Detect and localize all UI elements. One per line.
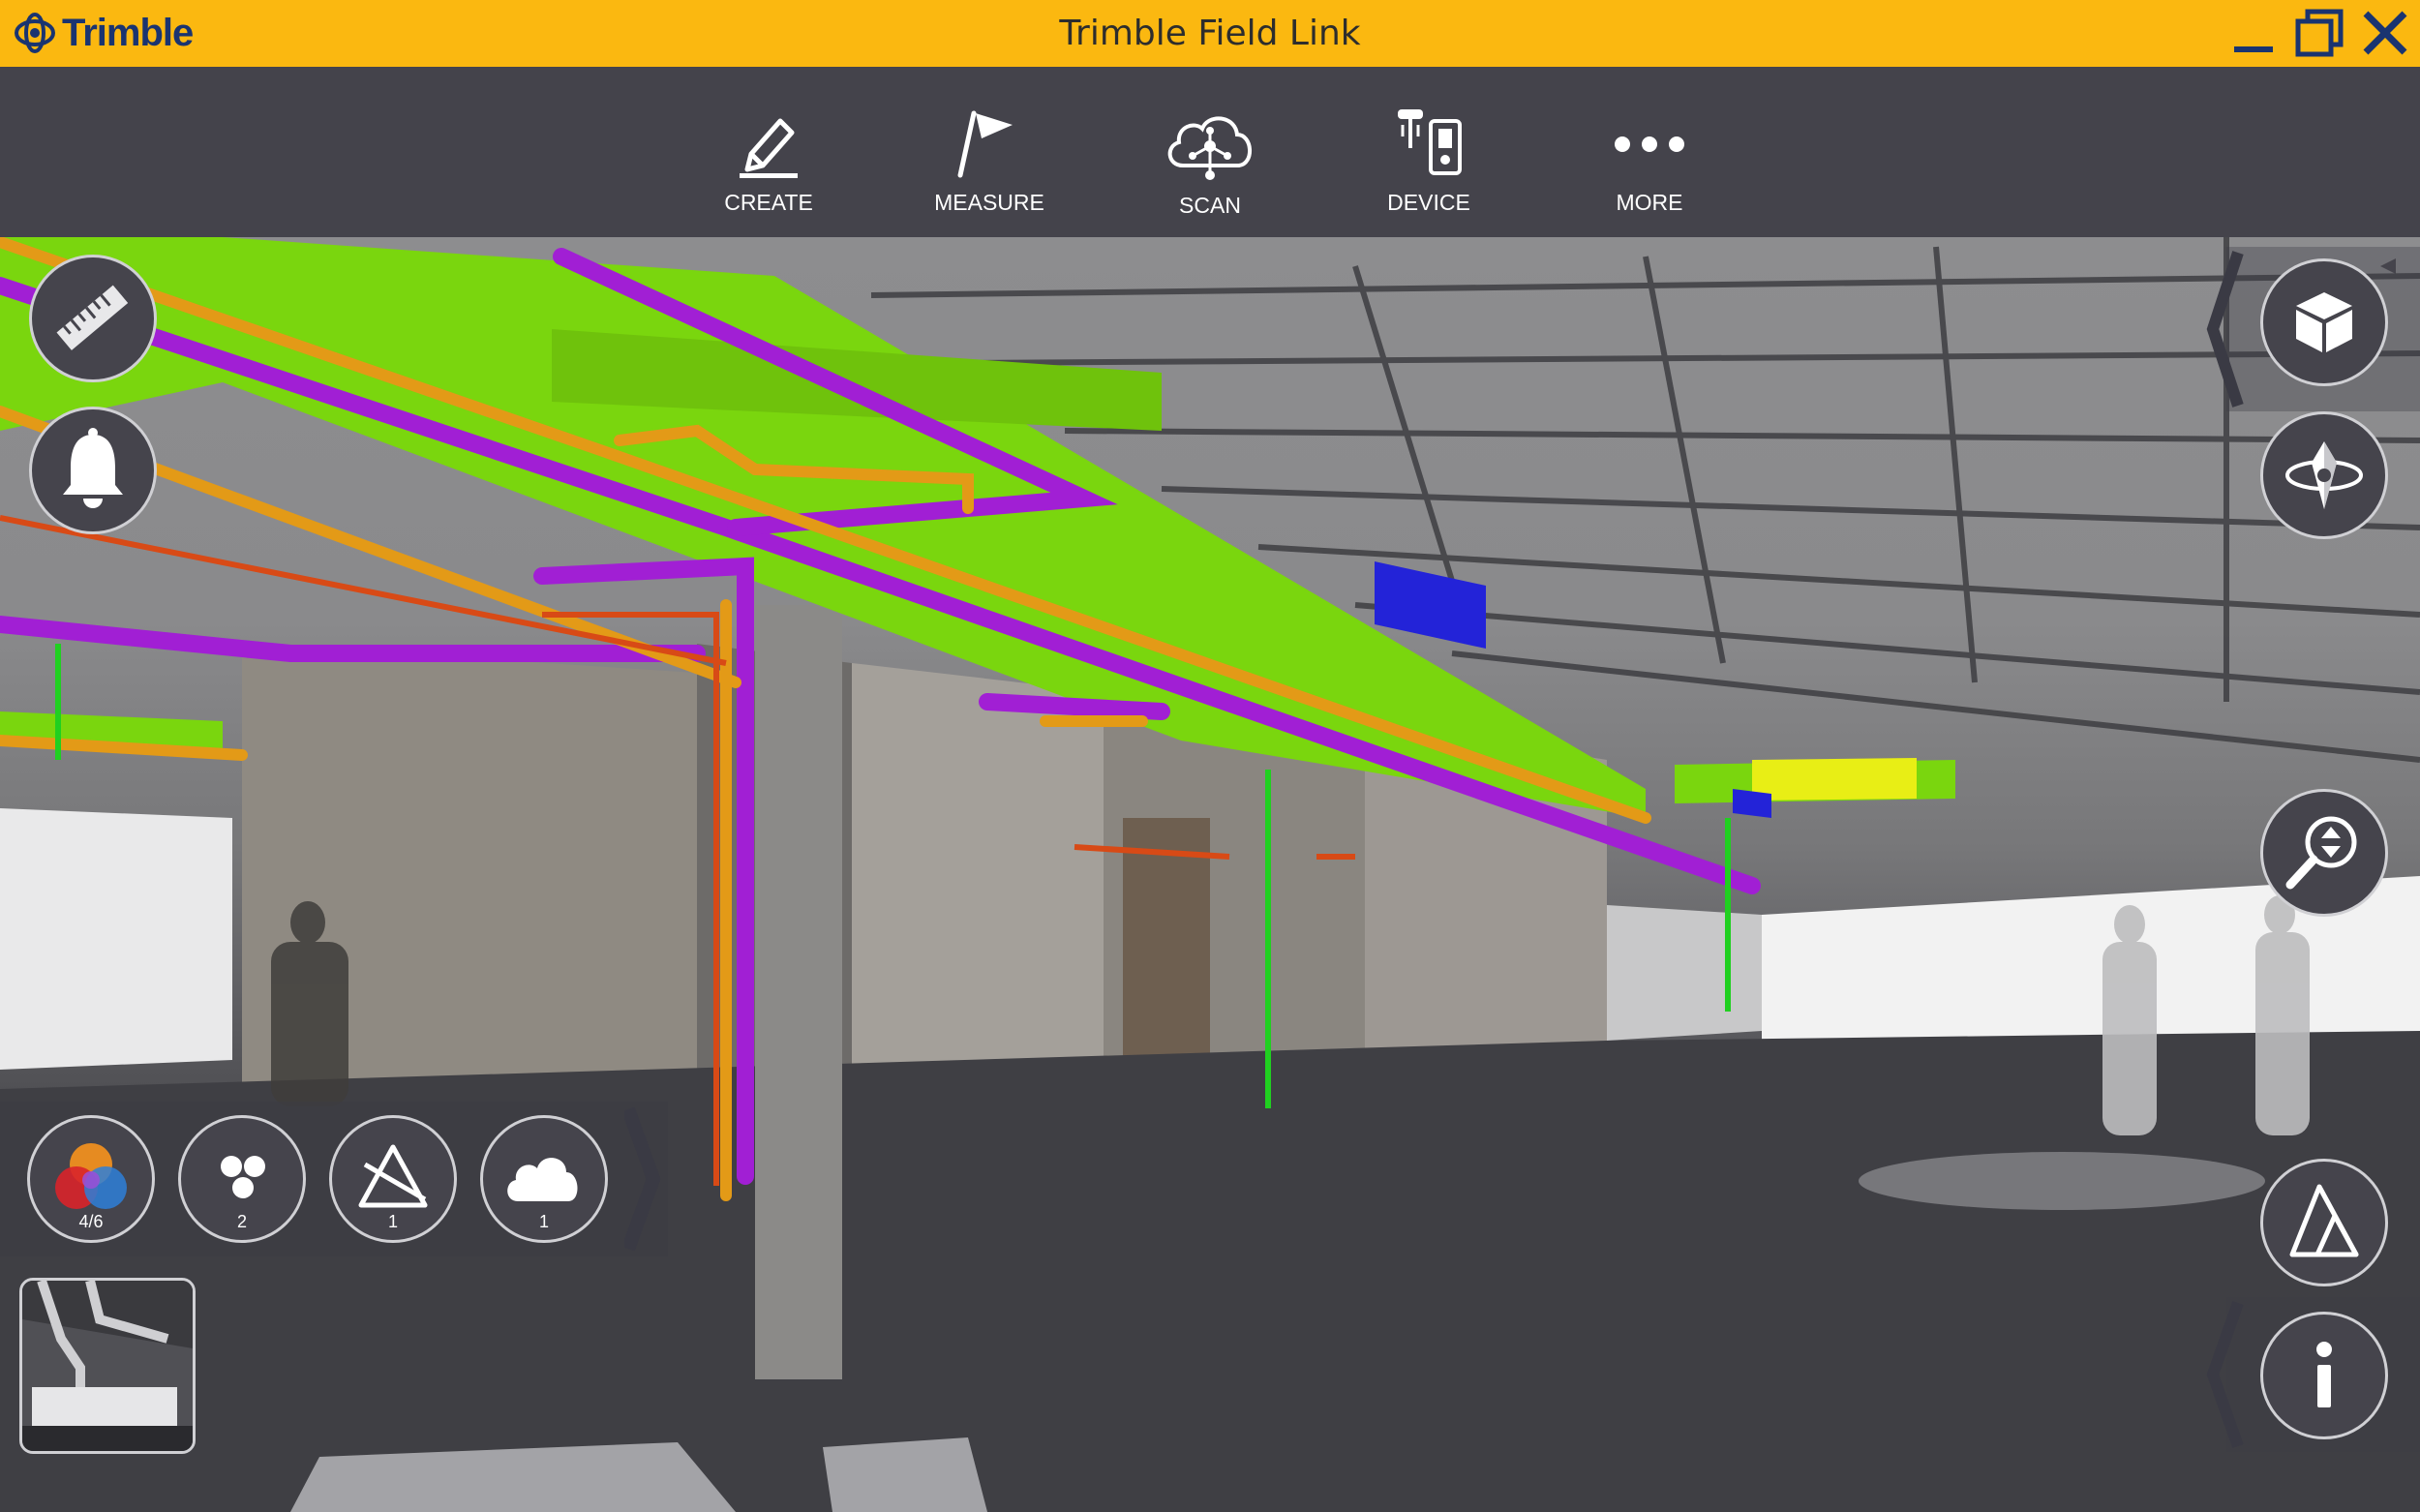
cloud-network-icon <box>1167 116 1252 180</box>
bell-icon <box>63 428 123 508</box>
tray-expand-chevron-icon[interactable] <box>624 1102 663 1256</box>
info-button[interactable] <box>2260 1312 2388 1439</box>
window-title: Trimble Field Link <box>1059 14 1361 53</box>
measure-button[interactable]: MEASURE <box>902 67 1076 237</box>
minimize-button[interactable] <box>2226 8 2281 58</box>
close-icon <box>2363 11 2407 55</box>
triangles-icon <box>2289 1184 2359 1257</box>
more-button[interactable]: MORE <box>1562 67 1737 237</box>
ruler-button[interactable] <box>29 255 157 382</box>
ruler-icon <box>56 285 129 350</box>
color-layers-button[interactable]: 4/6 <box>27 1115 155 1243</box>
zoom-icon <box>2285 816 2357 890</box>
close-button[interactable] <box>2358 8 2412 58</box>
color-layers-count: 4/6 <box>78 1212 104 1231</box>
scan-scene <box>0 237 2420 1512</box>
flag-icon <box>957 110 1013 178</box>
station-preview-image <box>22 1281 193 1451</box>
zoom-button[interactable] <box>2260 789 2388 917</box>
alerts-button[interactable] <box>29 407 157 534</box>
restore-icon <box>2295 9 2344 57</box>
pencil-icon <box>740 118 798 178</box>
ellipsis-icon <box>1615 136 1684 152</box>
info-icon <box>2316 1342 2332 1407</box>
points-layers-count: 2 <box>236 1212 247 1231</box>
create-button[interactable]: CREATE <box>681 67 856 237</box>
scan-label: SCAN <box>1179 193 1241 218</box>
orbit-button[interactable] <box>2260 411 2388 539</box>
main-toolbar: CREATE MEASURE SCAN DEVICE MORE <box>0 67 2420 237</box>
view-cube-button[interactable] <box>2260 258 2388 386</box>
device-label: DEVICE <box>1387 190 1470 215</box>
maximize-button[interactable] <box>2292 8 2346 58</box>
more-label: MORE <box>1616 190 1683 215</box>
geometry-layers-button[interactable]: 1 <box>329 1115 457 1243</box>
scan-button[interactable]: SCAN <box>1123 67 1297 237</box>
create-label: CREATE <box>724 190 813 215</box>
cloud-layers-count: 1 <box>538 1212 549 1231</box>
title-bar: Trimble Trimble Field Link <box>0 0 2420 67</box>
point-cloud-viewport[interactable]: 4/6 2 1 1 <box>0 237 2420 1512</box>
scan-station-thumbnail[interactable] <box>19 1278 196 1454</box>
surface-button[interactable] <box>2260 1159 2388 1286</box>
orbit-icon <box>2285 441 2363 509</box>
device-button[interactable]: DEVICE <box>1342 67 1516 237</box>
minimize-icon <box>2234 46 2273 52</box>
points-layers-button[interactable]: 2 <box>178 1115 306 1243</box>
layer-tray: 4/6 2 1 1 <box>0 1102 668 1256</box>
measure-label: MEASURE <box>934 190 1044 215</box>
cloud-layers-button[interactable]: 1 <box>480 1115 608 1243</box>
cube-icon <box>2296 292 2352 352</box>
geometry-layers-count: 1 <box>387 1212 398 1231</box>
instrument-icon <box>1398 109 1462 175</box>
